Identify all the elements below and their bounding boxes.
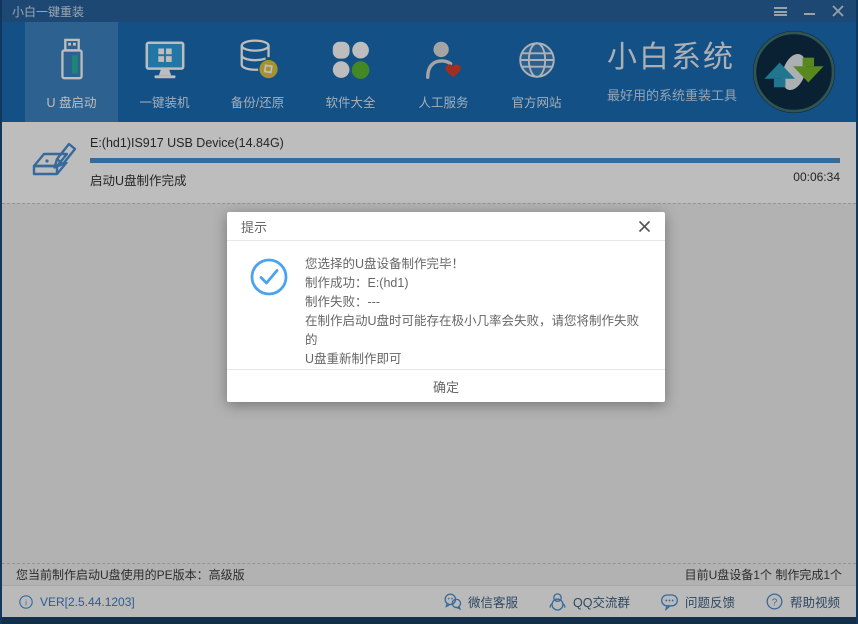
- tip-dialog: 提示 您选择的U盘设备制作完毕！ 制作成功：E:(hd1) 制作失败：--- 在…: [227, 212, 665, 402]
- dialog-line: 制作失败：---: [305, 293, 647, 312]
- ok-button[interactable]: 确定: [405, 373, 487, 400]
- dialog-close-icon[interactable]: [638, 220, 651, 233]
- dialog-line: 制作成功：E:(hd1): [305, 274, 647, 293]
- dialog-line: U盘重新制作即可: [305, 350, 647, 369]
- dialog-message: 您选择的U盘设备制作完毕！ 制作成功：E:(hd1) 制作失败：--- 在制作启…: [305, 255, 647, 369]
- dialog-line: 在制作启动U盘时可能存在极小几率会失败，请您将制作失败的: [305, 312, 647, 350]
- app-window: 小白一键重装 U 盘启动: [0, 0, 858, 624]
- dialog-body: 您选择的U盘设备制作完毕！ 制作成功：E:(hd1) 制作失败：--- 在制作启…: [227, 241, 665, 369]
- dialog-footer: 确定: [227, 369, 665, 402]
- dialog-header: 提示: [227, 212, 665, 241]
- dialog-title: 提示: [241, 217, 267, 236]
- success-check-icon: [249, 257, 289, 369]
- dialog-line: 您选择的U盘设备制作完毕！: [305, 255, 647, 274]
